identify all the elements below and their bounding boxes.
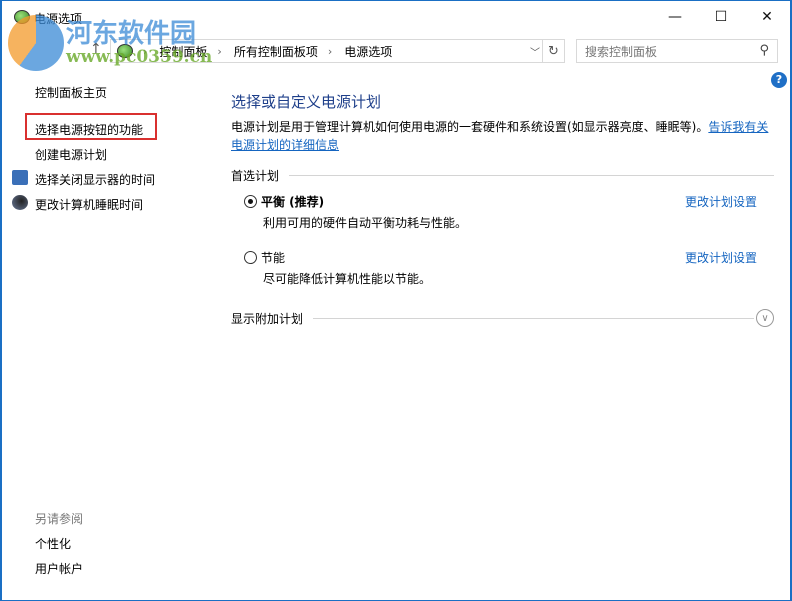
sidebar-item-home[interactable]: 控制面板主页	[35, 84, 107, 101]
sidebar-item-sleep[interactable]: 更改计算机睡眠时间	[35, 196, 143, 213]
plan-power-saver-radio[interactable]	[244, 251, 257, 264]
search-placeholder: 搜索控制面板	[585, 44, 658, 59]
page-description: 电源计划是用于管理计算机如何使用电源的一套硬件和系统设置(如显示器亮度、睡眠等)…	[231, 118, 779, 154]
chevron-right-icon[interactable]: ›	[217, 45, 221, 58]
plan-description: 尽可能降低计算机性能以节能。	[263, 272, 432, 286]
chevron-right-icon[interactable]: ›	[328, 45, 332, 58]
monitor-clock-icon	[12, 170, 28, 185]
close-button[interactable]: ✕	[744, 1, 790, 33]
plan-name[interactable]: 节能	[261, 249, 285, 266]
plan-name[interactable]: 平衡 (推荐)	[261, 193, 324, 210]
refresh-button[interactable]: ↻	[542, 40, 564, 62]
plan-balanced-radio[interactable]	[244, 195, 257, 208]
search-icon[interactable]: ⚲	[759, 43, 769, 58]
plan-description: 利用可用的硬件自动平衡功耗与性能。	[263, 216, 468, 230]
expand-chevron-icon[interactable]: ∨	[756, 309, 774, 327]
moon-icon	[12, 195, 28, 210]
help-icon[interactable]: ?	[771, 72, 787, 88]
sidebar-item-personalization[interactable]: 个性化	[35, 535, 71, 552]
divider	[289, 175, 774, 176]
sidebar-item-power-button[interactable]: 选择电源按钮的功能	[35, 121, 143, 138]
group-label: 显示附加计划	[231, 311, 304, 326]
chevron-down-icon[interactable]: ﹀	[530, 44, 540, 59]
breadcrumb-power-options[interactable]: 电源选项	[344, 43, 392, 60]
sidebar-item-create-plan[interactable]: 创建电源计划	[35, 146, 107, 163]
watermark-url: www.pc0359.cn	[66, 47, 213, 67]
page-title: 选择或自定义电源计划	[231, 93, 382, 111]
group-label: 首选计划	[231, 169, 280, 183]
description-text: 电源计划是用于管理计算机如何使用电源的一套硬件和系统设置(如显示器亮度、睡眠等)…	[231, 120, 709, 134]
window: 电源选项 — ☐ ✕ ↑ › 控制面板 › 所有控制面板项 › 电源选项 ﹀ ↻…	[0, 0, 792, 601]
search-input[interactable]: 搜索控制面板 ⚲	[576, 39, 778, 63]
watermark-logo	[8, 15, 64, 71]
additional-plans-group[interactable]: 显示附加计划 ∨	[231, 309, 774, 327]
maximize-button[interactable]: ☐	[698, 1, 744, 33]
change-plan-settings-link[interactable]: 更改计划设置	[685, 193, 757, 210]
change-plan-settings-link[interactable]: 更改计划设置	[685, 249, 757, 266]
divider	[313, 317, 754, 319]
see-also-heading: 另请参阅	[35, 512, 84, 526]
minimize-button[interactable]: —	[652, 1, 698, 33]
preferred-plans-group: 首选计划	[231, 167, 774, 184]
watermark-text: 河东软件园	[66, 19, 197, 49]
sidebar-item-display-off[interactable]: 选择关闭显示器的时间	[35, 171, 155, 188]
sidebar-item-user-accounts[interactable]: 用户帐户	[35, 560, 83, 577]
breadcrumb-all-items[interactable]: 所有控制面板项	[234, 43, 318, 60]
